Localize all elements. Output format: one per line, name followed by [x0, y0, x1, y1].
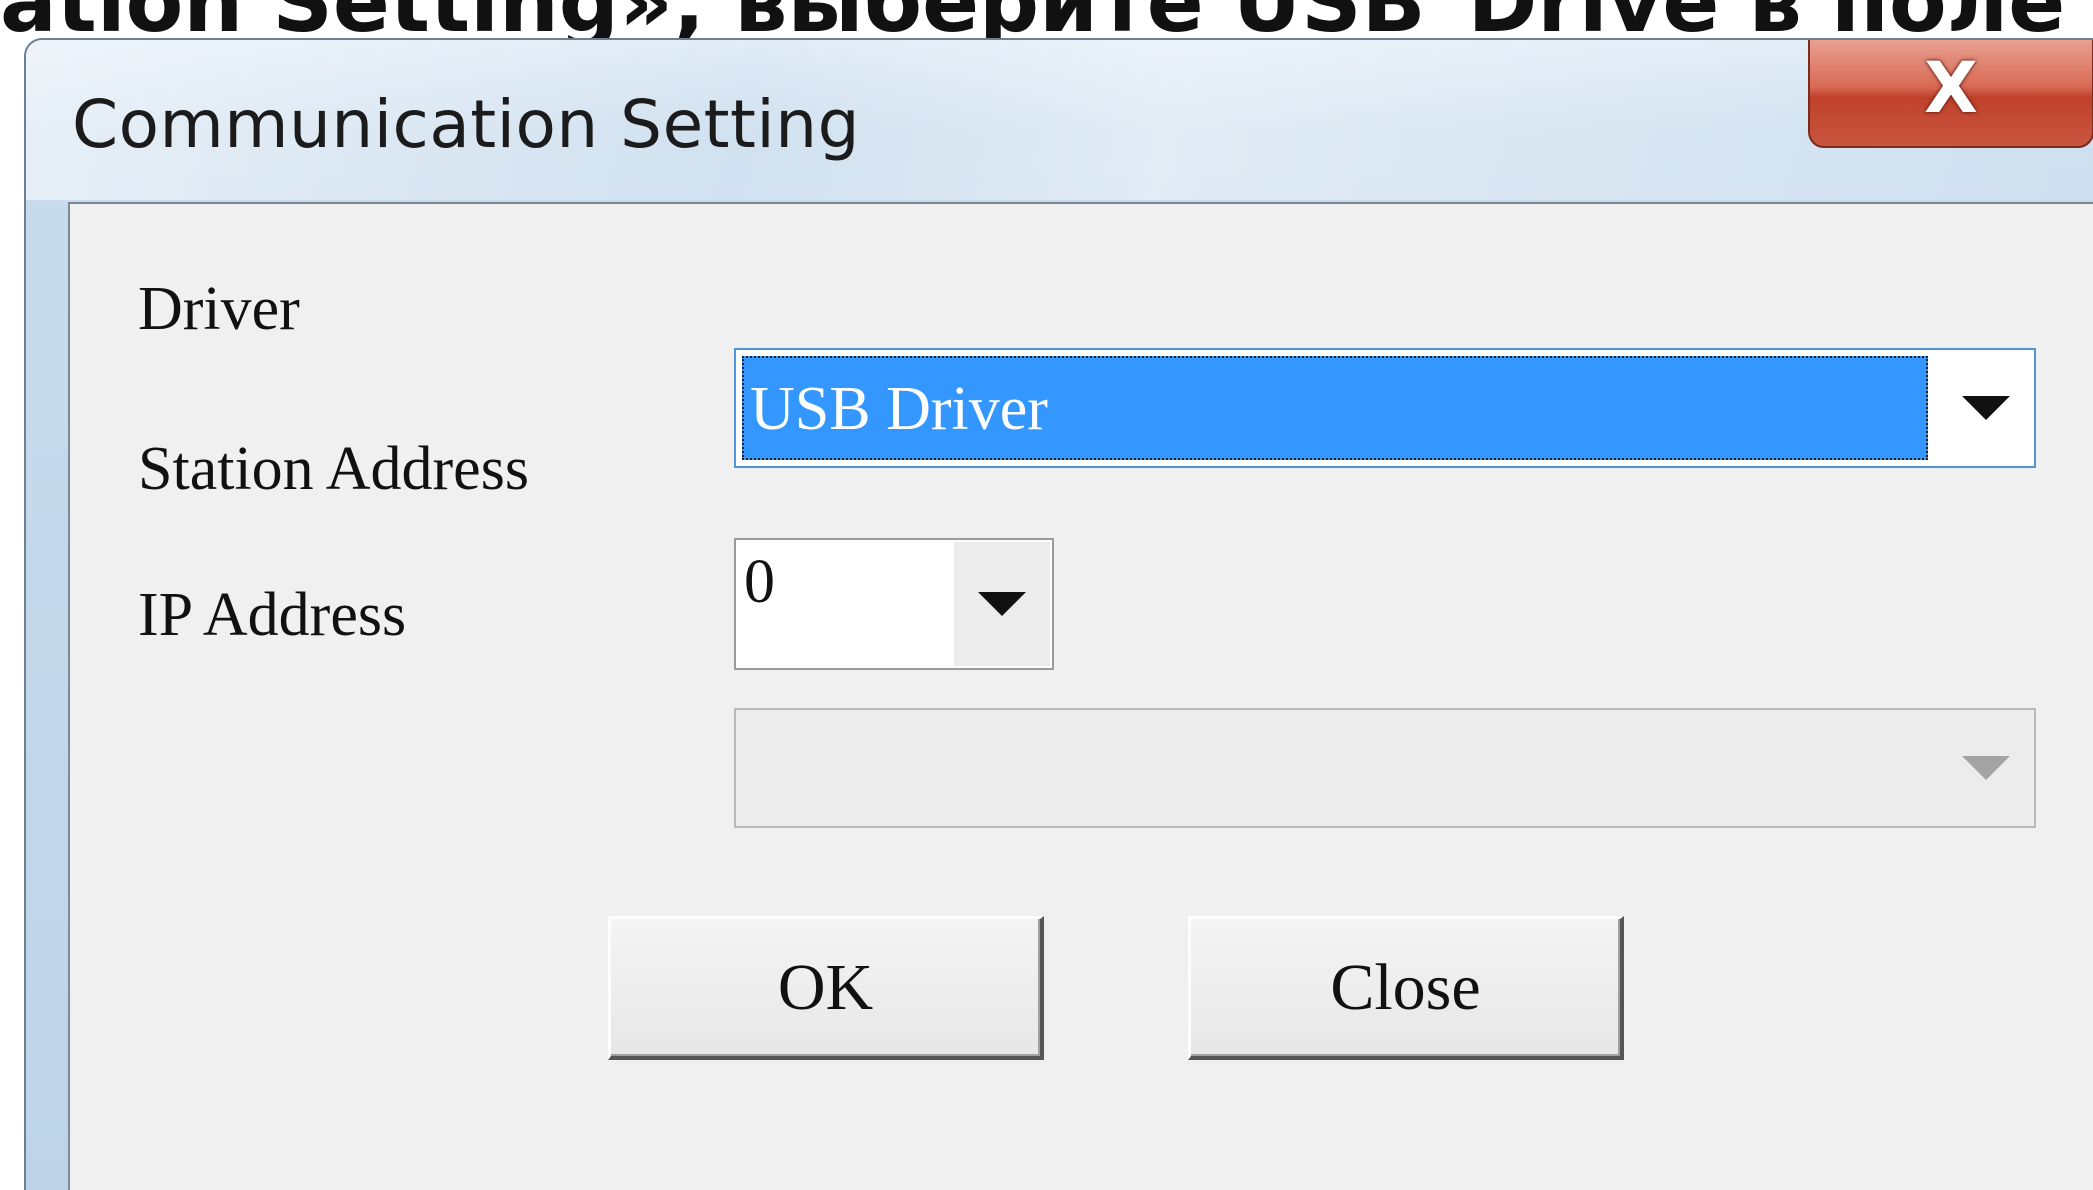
ip-dropdown-button: [1938, 710, 2034, 826]
station-address-value: 0: [744, 548, 775, 616]
station-dropdown-button[interactable]: [954, 542, 1050, 666]
driver-selected-value: USB Driver: [742, 356, 1928, 460]
ip-address-select: [734, 708, 2036, 828]
close-button[interactable]: Close: [1188, 916, 1624, 1060]
communication-setting-dialog: Communication Setting X Driver USB Drive…: [24, 38, 2093, 1190]
close-icon: X: [1924, 47, 1978, 129]
driver-label: Driver: [138, 275, 300, 343]
chevron-down-icon: [978, 592, 1026, 616]
window-close-button[interactable]: X: [1808, 40, 2093, 148]
window-title: Communication Setting: [72, 86, 860, 163]
document-heading-fragment: ation Setting», выберите USB_Drive в пол…: [0, 0, 2093, 38]
chevron-down-icon: [1962, 396, 2010, 420]
driver-select[interactable]: USB Driver: [734, 348, 2036, 468]
station-address-select[interactable]: 0: [734, 538, 1054, 670]
dialog-client-area: Driver USB Driver Station Address 0 IP A…: [68, 202, 2093, 1190]
station-address-label: Station Address: [138, 435, 529, 503]
driver-dropdown-button[interactable]: [1938, 350, 2034, 466]
ip-address-label: IP Address: [138, 581, 407, 649]
chevron-down-icon: [1962, 756, 2010, 780]
ok-button[interactable]: OK: [608, 916, 1044, 1060]
